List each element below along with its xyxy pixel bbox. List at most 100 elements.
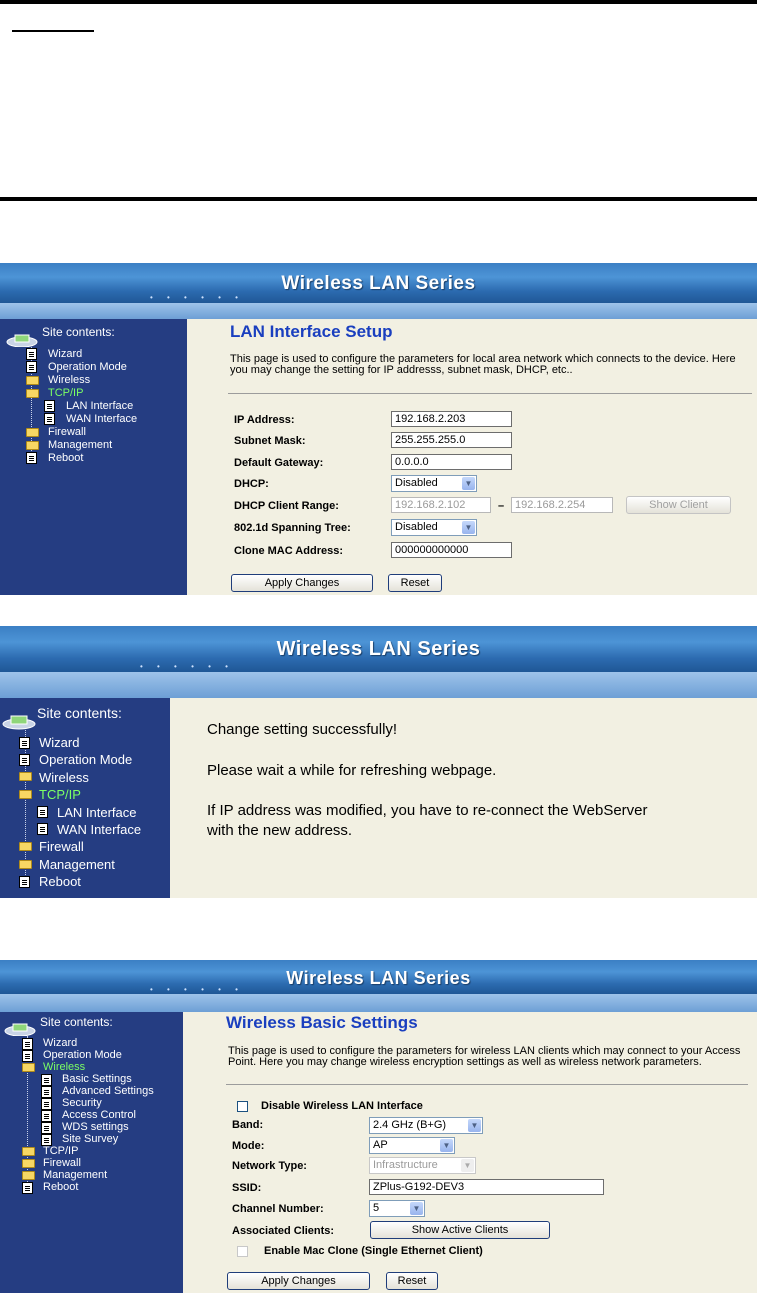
divider <box>228 393 752 394</box>
reconnect-message-line2: with the new address. <box>207 822 353 839</box>
nav-reboot[interactable]: Reboot <box>43 1181 78 1193</box>
folder-icon <box>19 772 32 781</box>
default-gateway-label: Default Gateway: <box>234 457 324 469</box>
nav-wan-interface[interactable]: WAN Interface <box>57 822 141 837</box>
section-rule <box>0 197 757 201</box>
folder-open-icon <box>19 790 32 799</box>
dhcp-value: Disabled <box>395 477 438 489</box>
mode-select[interactable]: AP ▼ <box>369 1137 455 1154</box>
nav-wireless[interactable]: Wireless <box>43 1061 85 1073</box>
folder-icon <box>26 441 39 450</box>
document-icon <box>22 1182 33 1194</box>
nav-tcpip[interactable]: TCP/IP <box>39 787 81 802</box>
dhcp-label: DHCP: <box>234 478 269 490</box>
nav-access-control[interactable]: Access Control <box>62 1109 136 1121</box>
nav-reboot[interactable]: Reboot <box>39 874 81 889</box>
site-contents-label: Site contents: <box>40 1015 113 1029</box>
clone-mac-input[interactable]: 000000000000 <box>391 542 512 558</box>
banner-title: Wireless LAN Series <box>281 273 476 294</box>
network-icon <box>6 333 38 348</box>
document-icon <box>19 737 30 749</box>
ssid-input[interactable]: ZPlus-G192-DEV3 <box>369 1179 604 1195</box>
nav-operation-mode[interactable]: Operation Mode <box>48 361 127 373</box>
nav-site-survey[interactable]: Site Survey <box>62 1133 118 1145</box>
default-gateway-input[interactable]: 0.0.0.0 <box>391 454 512 470</box>
nav-wizard[interactable]: Wizard <box>48 348 82 360</box>
page-description: This page is used to configure the param… <box>230 353 736 376</box>
folder-icon <box>26 376 39 385</box>
mac-clone-checkbox[interactable] <box>237 1246 248 1257</box>
spanning-tree-select[interactable]: Disabled ▼ <box>391 519 477 536</box>
nav-reboot[interactable]: Reboot <box>48 452 83 464</box>
associated-clients-label: Associated Clients: <box>232 1225 335 1237</box>
ip-address-input[interactable]: 192.168.2.203 <box>391 411 512 427</box>
nav-management[interactable]: Management <box>39 857 115 872</box>
nav-tcpip[interactable]: TCP/IP <box>48 387 83 399</box>
dhcp-select[interactable]: Disabled ▼ <box>391 475 477 492</box>
nav-firewall[interactable]: Firewall <box>43 1157 81 1169</box>
disable-wlan-label: Disable Wireless LAN Interface <box>261 1100 423 1112</box>
ip-address-label: IP Address: <box>234 414 295 426</box>
nav-basic-settings[interactable]: Basic Settings <box>62 1073 132 1085</box>
nav-wizard[interactable]: Wizard <box>43 1037 77 1049</box>
dhcp-range-start-input[interactable]: 192.168.2.102 <box>391 497 491 513</box>
chevron-down-icon: ▼ <box>462 477 475 490</box>
nav-wireless[interactable]: Wireless <box>39 770 89 785</box>
chevron-down-icon: ▼ <box>462 521 475 534</box>
page-title: Wireless Basic Settings <box>226 1013 418 1032</box>
chevron-down-icon: ▼ <box>461 1159 474 1172</box>
subnet-mask-input[interactable]: 255.255.255.0 <box>391 432 512 448</box>
network-type-select[interactable]: Infrastructure ▼ <box>369 1157 476 1174</box>
nav-wireless[interactable]: Wireless <box>48 374 90 386</box>
apply-changes-button[interactable]: Apply Changes <box>231 574 373 592</box>
nav-operation-mode[interactable]: Operation Mode <box>39 752 132 767</box>
range-separator: – <box>498 500 505 512</box>
nav-lan-interface[interactable]: LAN Interface <box>66 400 133 412</box>
nav-operation-mode[interactable]: Operation Mode <box>43 1049 122 1061</box>
nav-management[interactable]: Management <box>48 439 112 451</box>
banner-strip <box>0 994 757 1012</box>
nav-wds-settings[interactable]: WDS settings <box>62 1121 129 1133</box>
mac-clone-label: Enable Mac Clone (Single Ethernet Client… <box>264 1245 483 1257</box>
nav-firewall[interactable]: Firewall <box>39 839 84 854</box>
show-client-button[interactable]: Show Client <box>626 496 731 514</box>
document-icon <box>26 361 37 373</box>
network-icon <box>4 1022 36 1037</box>
reset-button[interactable]: Reset <box>388 574 442 592</box>
show-active-clients-button[interactable]: Show Active Clients <box>370 1221 550 1239</box>
banner-dots: • • • • • • <box>150 985 244 994</box>
document-icon <box>41 1110 52 1122</box>
wait-message: Please wait a while for refreshing webpa… <box>207 762 497 779</box>
apply-changes-button[interactable]: Apply Changes <box>227 1272 370 1290</box>
nav-security[interactable]: Security <box>62 1097 102 1109</box>
nav-wizard[interactable]: Wizard <box>39 735 79 750</box>
document-icon <box>44 413 55 425</box>
document-icon <box>41 1122 52 1134</box>
document-icon <box>37 823 48 835</box>
chevron-down-icon: ▼ <box>468 1119 481 1132</box>
network-type-label: Network Type: <box>232 1160 307 1172</box>
reconnect-message-line1: If IP address was modified, you have to … <box>207 802 648 819</box>
document-icon <box>22 1050 33 1062</box>
clone-mac-label: Clone MAC Address: <box>234 545 343 557</box>
mode-value: AP <box>373 1139 388 1151</box>
dhcp-range-end-input[interactable]: 192.168.2.254 <box>511 497 613 513</box>
subnet-mask-label: Subnet Mask: <box>234 435 306 447</box>
reset-button[interactable]: Reset <box>386 1272 438 1290</box>
band-select[interactable]: 2.4 GHz (B+G) ▼ <box>369 1117 483 1134</box>
banner-strip <box>0 672 757 698</box>
nav-advanced-settings[interactable]: Advanced Settings <box>62 1085 154 1097</box>
page-title: LAN Interface Setup <box>230 322 393 341</box>
nav-wan-interface[interactable]: WAN Interface <box>66 413 137 425</box>
spanning-tree-value: Disabled <box>395 521 438 533</box>
disable-wlan-checkbox[interactable] <box>237 1101 248 1112</box>
nav-firewall[interactable]: Firewall <box>48 426 86 438</box>
document-icon <box>19 876 30 888</box>
folder-icon <box>19 860 32 869</box>
nav-management[interactable]: Management <box>43 1169 107 1181</box>
folder-icon <box>26 428 39 437</box>
document-icon <box>26 452 37 464</box>
nav-lan-interface[interactable]: LAN Interface <box>57 805 137 820</box>
nav-tcpip[interactable]: TCP/IP <box>43 1145 78 1157</box>
channel-select[interactable]: 5 ▼ <box>369 1200 425 1217</box>
